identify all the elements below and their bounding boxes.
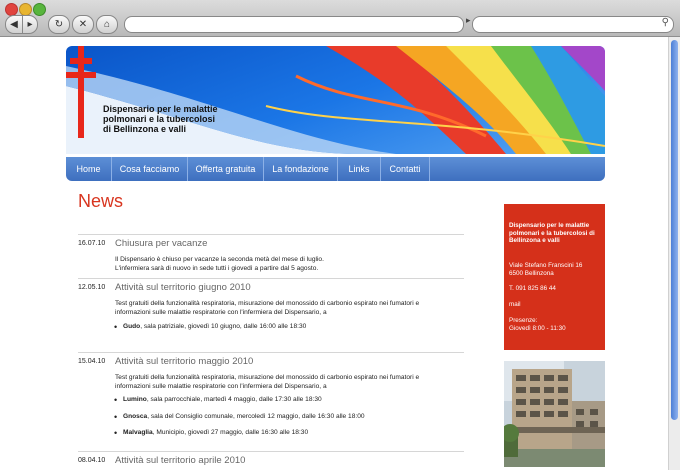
address-bar[interactable] <box>124 16 464 33</box>
location-name: Gudo <box>123 323 141 330</box>
list-item: • Gnosca, sala del Consiglio comunale, me… <box>114 412 365 422</box>
contact-mail-link[interactable]: mail <box>509 301 603 309</box>
news-item: 12.05.10 Attività sul territorio giugno … <box>78 278 464 350</box>
back-icon[interactable]: ◀ <box>5 15 23 34</box>
news-text-line: Test gratuiti della funzionalità respira… <box>115 374 420 381</box>
location-name: Gnosca <box>123 413 148 420</box>
location-detail: , sala parrocchiale, martedì 4 maggio, d… <box>146 396 322 403</box>
page-scrollbar[interactable] <box>668 37 680 470</box>
site-title: Dispensario per le malattie polmonari e … <box>103 104 218 134</box>
divider <box>78 234 464 235</box>
bullet-icon: • <box>114 322 118 332</box>
news-item: 15.04.10 Attività sul territorio maggio … <box>78 352 464 452</box>
news-date: 16.07.10 <box>78 240 106 247</box>
stop-icon[interactable]: ✕ <box>72 15 94 34</box>
nav-home[interactable]: Home <box>66 157 112 181</box>
news-date: 15.04.10 <box>78 358 106 365</box>
nav-offerta-gratuita[interactable]: Offerta gratuita <box>188 157 264 181</box>
page-title: News <box>78 191 124 211</box>
double-cross-logo-icon <box>66 46 96 138</box>
zoom-window-button[interactable] <box>33 3 46 16</box>
news-title[interactable]: Attività sul territorio giugno 2010 <box>115 282 251 293</box>
news-item: 16.07.10 Chiusura per vacanze Il Dispens… <box>78 234 464 278</box>
contact-name: Dispensario per le malattie polmonari e … <box>509 222 595 244</box>
contact-box: Dispensario per le malattie polmonari e … <box>504 204 605 350</box>
reload-icon[interactable]: ↻ <box>48 15 70 34</box>
bullet-icon: • <box>114 395 118 405</box>
nav-cosa-facciamo[interactable]: Cosa facciamo <box>112 157 188 181</box>
news-text: Test gratuiti della funzionalità respira… <box>115 373 460 391</box>
news-title[interactable]: Attività sul territorio maggio 2010 <box>115 356 253 367</box>
news-item: 08.04.10 Attività sul territorio aprile … <box>78 451 464 470</box>
site-banner: Dispensario per le malattie polmonari e … <box>66 46 605 154</box>
news-text: Test gratuiti della funzionalità respira… <box>115 299 460 317</box>
location-detail: , sala patriziale, giovedì 10 giugno, da… <box>140 323 307 330</box>
home-icon[interactable]: ⌂ <box>96 15 118 34</box>
location-name: Lumino <box>123 396 147 403</box>
list-item: • Lumino, sala parrocchiale, martedì 4 ma… <box>114 395 322 405</box>
presence-value: Giovedì 8:00 - 11:30 <box>509 325 566 332</box>
nav-contatti[interactable]: Contatti <box>381 157 430 181</box>
news-text-line: informazioni sulle malattie respiratorie… <box>115 383 327 390</box>
news-text-line: L'infermiera sarà di nuovo in sede tutti… <box>115 265 319 272</box>
divider <box>78 278 464 279</box>
news-text-line: Il Dispensario è chiuso per vacanze la s… <box>115 256 324 263</box>
contact-address-street: Viale Stefano Franscini 16 <box>509 262 583 269</box>
nav-links[interactable]: Links <box>338 157 381 181</box>
location-detail: , sala del Consiglio comunale, mercoledì… <box>147 413 365 420</box>
main-navigation: Home Cosa facciamo Offerta gratuita La f… <box>66 157 605 181</box>
search-input[interactable]: ⚲ <box>472 16 674 33</box>
contact-address-city: 6500 Bellinzona <box>509 270 554 277</box>
divider <box>78 451 464 452</box>
news-text-line: Test gratuiti della funzionalità respira… <box>115 300 420 307</box>
news-title[interactable]: Attività sul territorio aprile 2010 <box>115 455 245 466</box>
contact-phone: T. 091 825 86 44 <box>509 285 556 292</box>
banner-illustration <box>66 46 605 154</box>
browser-toolbar: ◀ ▸ ↻ ✕ ⌂ ▸ ⚲ <box>0 0 680 37</box>
building-photo <box>504 361 605 467</box>
nav-la-fondazione[interactable]: La fondazione <box>264 157 338 181</box>
news-date: 08.04.10 <box>78 457 106 464</box>
news-text: Il Dispensario è chiuso per vacanze la s… <box>115 255 460 273</box>
scroll-thumb[interactable] <box>671 40 678 420</box>
search-icon[interactable]: ⚲ <box>662 17 669 28</box>
news-date: 12.05.10 <box>78 284 106 291</box>
location-name: Malvaglia <box>123 429 153 436</box>
list-item: • Gudo, sala patriziale, giovedì 10 giugn… <box>114 322 307 332</box>
building-illustration <box>504 361 605 467</box>
presence-label: Presenze: <box>509 317 538 324</box>
address-dropdown-icon[interactable]: ▸ <box>466 15 471 26</box>
bullet-icon: • <box>114 428 118 438</box>
news-title[interactable]: Chiusura per vacanze <box>115 238 207 249</box>
divider <box>78 352 464 353</box>
forward-icon[interactable]: ▸ <box>22 15 38 34</box>
bullet-icon: • <box>114 412 118 422</box>
news-text-line: informazioni sulle malattie respiratorie… <box>115 309 327 316</box>
list-item: • Malvaglia, Municipio, giovedì 27 maggio… <box>114 428 309 438</box>
location-detail: , Municipio, giovedì 27 maggio, dalle 16… <box>152 429 309 436</box>
